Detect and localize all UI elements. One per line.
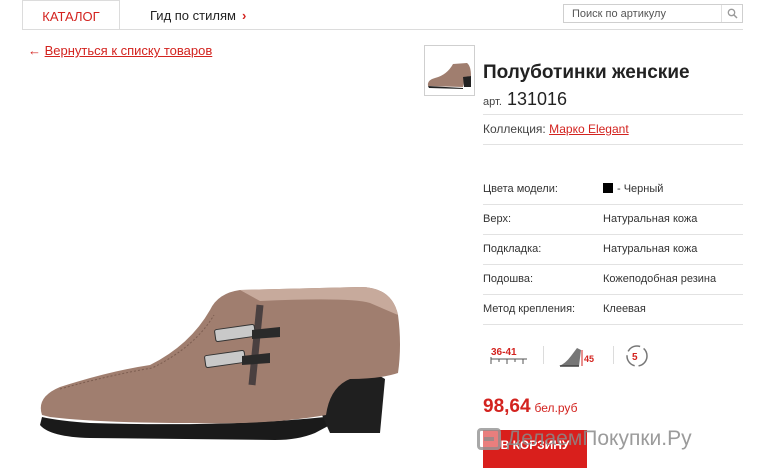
article-value: 131016 (506, 89, 568, 109)
thumbnail-shoe-image (427, 63, 471, 89)
search-icon (727, 8, 738, 19)
spec-value: - Черный (617, 183, 664, 195)
width-fit-text: 5 (632, 352, 638, 363)
heel-height-text: 45 (584, 354, 594, 364)
spec-row-method: Метод крепления: Клеевая (483, 295, 743, 325)
tab-catalog[interactable]: КАТАЛОГ (22, 0, 120, 29)
article-number: арт. 131016 (483, 89, 567, 110)
color-swatch (603, 183, 613, 193)
price-currency: бел.руб (534, 401, 578, 415)
spec-key: Верх: (483, 213, 512, 225)
spec-value: Натуральная кожа (603, 243, 698, 255)
watermark: ДелаемПокупки.Ру (477, 424, 692, 454)
shoe-size-icon[interactable]: 36-41 (489, 344, 531, 370)
spec-value: Кожеподобная резина (603, 273, 717, 285)
product-title: Полуботинки женские (483, 62, 690, 83)
watermark-text: ДелаемПокупки.Ру (507, 427, 692, 450)
collection-link[interactable]: Марко Elegant (549, 122, 629, 136)
icon-divider (543, 346, 544, 364)
spec-value-wrap: - Черный (603, 183, 663, 195)
article-prefix: арт. (483, 96, 502, 108)
spec-row-lining: Подкладка: Натуральная кожа (483, 235, 743, 265)
spec-row-upper: Верх: Натуральная кожа (483, 205, 743, 235)
spec-key: Подошва: (483, 273, 534, 285)
spec-key: Цвета модели: (483, 183, 558, 195)
watermark-logo-icon (477, 428, 501, 450)
spec-row-sole: Подошва: Кожеподобная резина (483, 265, 743, 295)
back-arrow-icon: ← (28, 43, 41, 58)
width-fit-icon[interactable]: 5 (623, 342, 653, 370)
icon-divider (613, 346, 614, 364)
product-thumbnail[interactable] (424, 45, 475, 96)
tab-style-guide-label[interactable]: Гид по стилям (150, 8, 236, 23)
search-box (563, 4, 743, 23)
search-input[interactable] (564, 5, 735, 22)
product-image (40, 287, 401, 440)
size-range-text: 36-41 (491, 347, 517, 358)
feature-icons: 36-41 45 5 (483, 340, 743, 372)
tab-style-guide[interactable]: Гид по стилям › (150, 0, 246, 29)
nav-divider (22, 29, 743, 30)
product-price: 98,64 бел.руб (483, 396, 577, 418)
back-link-label[interactable]: Вернуться к списку товаров (45, 43, 213, 58)
spec-value: Натуральная кожа (603, 213, 698, 225)
search-button[interactable] (721, 5, 742, 22)
top-navigation: КАТАЛОГ Гид по стилям › (0, 0, 757, 30)
chevron-right-icon: › (241, 8, 247, 23)
back-to-list-link[interactable]: ← Вернуться к списку товаров (28, 43, 212, 58)
divider (483, 114, 743, 115)
spec-key: Метод крепления: (483, 303, 576, 315)
spec-row-color: Цвета модели: - Черный (483, 175, 743, 205)
collection-label: Коллекция: (483, 122, 546, 136)
collection-info: Коллекция: Марко Elegant (483, 122, 629, 136)
divider (483, 144, 743, 145)
spec-value: Клеевая (603, 303, 646, 315)
price-value: 98,64 (483, 396, 531, 417)
spec-key: Подкладка: (483, 243, 542, 255)
heel-height-icon[interactable]: 45 (557, 342, 597, 370)
